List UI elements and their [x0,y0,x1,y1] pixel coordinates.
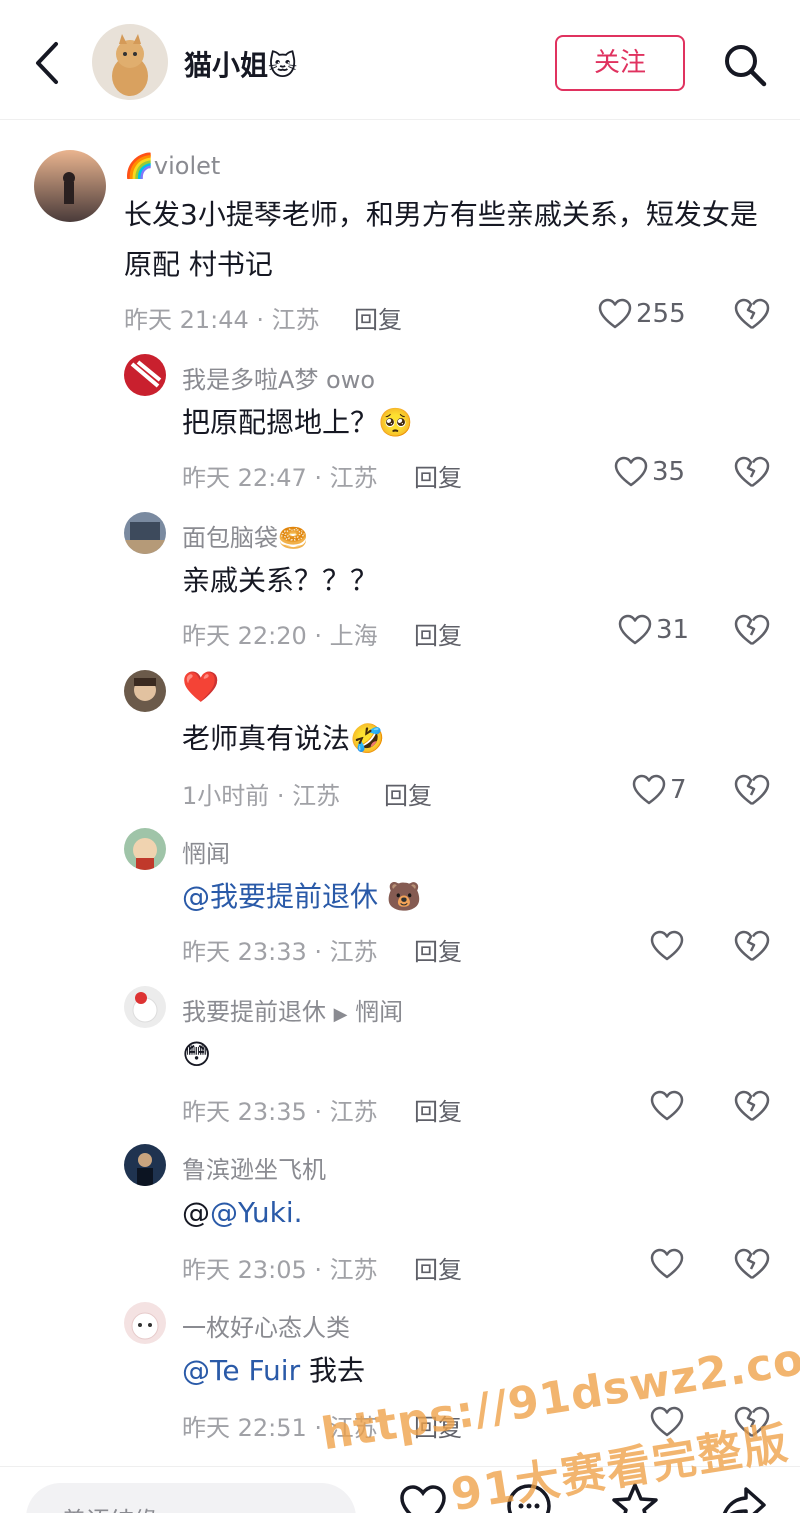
commenter-avatar[interactable] [124,1144,166,1186]
like-count: 255 [636,299,686,329]
share-icon[interactable] [718,1481,768,1513]
commenter-avatar[interactable] [124,828,166,870]
comment-input[interactable]: 善语结缘... [26,1483,356,1513]
comment-text: @@Yuki. [182,1196,303,1229]
broken-heart-icon[interactable] [732,770,772,810]
comment-meta: 昨天 23:05 · 江苏 [182,1256,378,1284]
comment-input-placeholder: 善语结缘... [62,1501,181,1513]
flushed-emoji: 😳 [182,1038,212,1071]
comment-text: 亲戚关系？？？ [182,564,379,597]
commenter-name[interactable]: 鲁滨逊坐飞机 [182,1150,326,1185]
like-button[interactable]: 35 [614,452,685,492]
bear-emoji: 🐻 [386,880,422,913]
pleading-emoji: 🥺 [378,406,413,439]
follow-button[interactable]: 关注 [555,35,685,91]
like-button[interactable]: 7 [632,770,687,810]
like-heart-icon[interactable] [398,1481,448,1513]
comment-text: @我要提前退休 🐻 [182,872,422,922]
comment-text: @Te Fuir 我去 [182,1354,365,1387]
comment-text: 😳 [182,1030,211,1080]
comment-meta: 1小时前 · 江苏 [182,782,341,810]
like-button[interactable] [650,1244,684,1284]
comment-meta: 昨天 23:35 · 江苏 [182,1098,378,1126]
cat-emoji: 🐱 [268,49,298,82]
comment-meta: 昨天 22:20 · 上海 [182,622,378,650]
reply-button[interactable]: 回复 [384,776,432,811]
heart-icon [650,930,684,961]
commenter-name[interactable]: ❤️ [182,670,219,705]
heart-icon [632,774,666,805]
reply-button[interactable]: 回复 [414,458,462,493]
like-button[interactable]: 255 [598,294,686,334]
broken-heart-icon[interactable] [732,1244,772,1284]
commenter-name[interactable]: 我是多啦A梦 owo [182,360,375,395]
back-arrow-icon[interactable] [28,40,68,86]
broken-heart-icon[interactable] [732,1086,772,1126]
broken-heart-icon[interactable] [732,926,772,966]
comment-text: 老师真有说法🤣 [182,722,385,755]
reply-button[interactable]: 回复 [414,1092,462,1127]
like-button[interactable]: 31 [618,610,689,650]
like-count: 35 [652,457,686,487]
commenter-avatar[interactable] [34,150,106,222]
reply-button[interactable]: 回复 [414,1250,462,1285]
comment-text: 长发3小提琴老师，和男方有些亲戚关系，短发女是原配 村书记 [124,198,758,281]
mention-link[interactable]: @Yuki. [210,1196,303,1229]
commenter-avatar[interactable] [124,512,166,554]
commenter-name[interactable]: 我要提前退休 ▶ 惘闻 [182,992,403,1027]
commenter-avatar[interactable] [124,1302,166,1344]
comment-meta: 昨天 21:44 · 江苏 [124,306,320,334]
reply-button[interactable]: 回复 [354,300,402,335]
like-count: 7 [670,775,687,805]
commenter-avatar[interactable] [124,670,166,712]
like-button[interactable] [650,1086,684,1126]
comment-meta: 昨天 23:33 · 江苏 [182,938,378,966]
mention-link[interactable]: @我要提前退休 [182,880,378,913]
broken-heart-icon[interactable] [732,610,772,650]
heart-icon [598,298,632,329]
commenter-name[interactable]: 惘闻 [182,834,230,869]
commenter-name[interactable]: 🌈violet [124,152,220,180]
commenter-avatar[interactable] [124,986,166,1028]
commenter-name[interactable]: 面包脑袋🥯 [182,518,308,553]
reply-button[interactable]: 回复 [414,932,462,967]
heart-emoji: ❤️ [182,670,220,705]
comment-text: 把原配摁地上？🥺 [182,406,413,439]
like-count: 31 [656,615,690,645]
laughing-emoji: 🤣 [350,722,385,755]
bagel-emoji: 🥯 [278,524,308,552]
broken-heart-icon[interactable] [732,452,772,492]
reply-button[interactable]: 回复 [414,616,462,651]
commenter-name[interactable]: 一枚好心态人类 [182,1308,350,1343]
search-icon[interactable] [722,42,768,88]
top-bar: 猫小姐🐱 关注 [0,0,800,120]
like-button[interactable] [650,926,684,966]
reply-arrow-icon: ▶ [333,1004,348,1025]
comment-meta: 昨天 22:47 · 江苏 [182,464,378,492]
heart-icon [618,614,652,645]
heart-icon [650,1248,684,1279]
heart-icon [650,1090,684,1121]
commenter-avatar[interactable] [124,354,166,396]
rainbow-emoji: 🌈 [124,152,154,180]
mention-link[interactable]: @Te Fuir [182,1354,300,1387]
broken-heart-icon[interactable] [732,294,772,334]
author-name: 猫小姐🐱 [184,49,298,82]
author-avatar[interactable] [92,24,168,100]
reply-to-name[interactable]: 惘闻 [355,998,403,1026]
heart-icon [614,456,648,487]
